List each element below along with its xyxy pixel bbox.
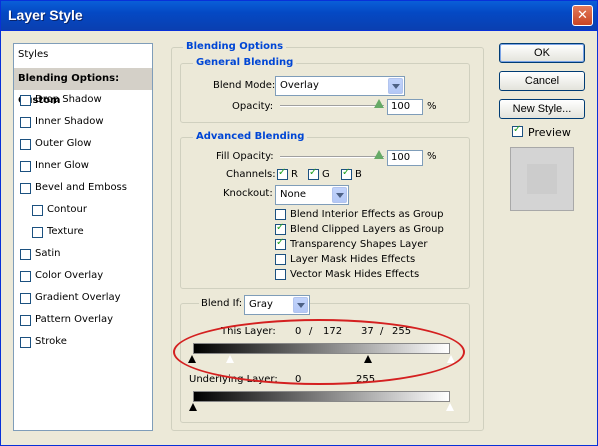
styles-list: Styles Blending Options: Custom Drop Sha… [13, 43, 153, 431]
channel-label[interactable]: G [322, 169, 330, 180]
new-style-button[interactable]: New Style... [499, 99, 585, 119]
opacity-unit: % [427, 101, 437, 112]
ok-button[interactable]: OK [499, 43, 585, 63]
fill-opacity-label: Fill Opacity: [216, 151, 274, 162]
general-blending-title: General Blending [193, 57, 297, 68]
channel-checkbox[interactable] [308, 167, 319, 180]
style-item-label[interactable]: Inner Shadow [35, 116, 104, 127]
advanced-option-label[interactable]: Blend Clipped Layers as Group [290, 224, 444, 235]
fill-opacity-field[interactable]: 100 [387, 150, 423, 166]
blend-mode-label: Blend Mode: [213, 80, 276, 91]
style-item-label[interactable]: Stroke [35, 336, 67, 347]
underlying-gradient-bar [193, 391, 450, 402]
chevron-down-icon[interactable] [293, 297, 308, 313]
advanced-option-checkbox[interactable] [275, 254, 286, 265]
style-checkbox[interactable] [20, 139, 31, 150]
advanced-option-checkbox[interactable] [275, 237, 286, 250]
blending-options-title: Blending Options [183, 41, 287, 52]
layer-style-dialog: Layer Style ✕ Styles Blending Options: C… [0, 0, 598, 446]
style-item-label[interactable]: Contour [47, 204, 87, 215]
advanced-option-label[interactable]: Blend Interior Effects as Group [290, 209, 443, 220]
chevron-down-icon[interactable] [388, 78, 403, 94]
blend-if-select[interactable]: Gray [244, 295, 310, 315]
style-item-label[interactable]: Gradient Overlay [35, 292, 121, 303]
style-checkbox[interactable] [20, 271, 31, 282]
style-checkbox[interactable] [20, 117, 31, 128]
title-bar[interactable]: Layer Style ✕ [1, 1, 597, 31]
highlight-ellipse [173, 319, 465, 385]
blend-if-value: Gray [249, 299, 273, 310]
knockout-select[interactable]: None [275, 185, 349, 205]
style-item-label[interactable]: Color Overlay [35, 270, 103, 281]
opacity-slider-track[interactable] [280, 105, 384, 107]
style-checkbox[interactable] [20, 249, 31, 260]
fill-opacity-unit: % [427, 151, 437, 162]
window-title: Layer Style [8, 7, 83, 23]
opacity-label: Opacity: [232, 101, 274, 112]
channels-label: Channels: [226, 169, 276, 180]
blend-mode-value: Overlay [280, 80, 319, 91]
advanced-option-label[interactable]: Transparency Shapes Layer [290, 239, 427, 250]
style-preview-swatch [510, 147, 574, 211]
fill-opacity-slider-thumb[interactable] [374, 150, 384, 159]
style-item-label[interactable]: Satin [35, 248, 61, 259]
advanced-option-checkbox[interactable] [275, 269, 286, 280]
style-item-label[interactable]: Bevel and Emboss [35, 182, 127, 193]
blend-if-label: Blend If: [199, 298, 245, 309]
style-checkbox[interactable] [20, 337, 31, 348]
style-item-label[interactable]: Inner Glow [35, 160, 89, 171]
advanced-option-checkbox[interactable] [275, 222, 286, 235]
blend-mode-select[interactable]: Overlay [275, 76, 405, 96]
style-checkbox[interactable] [20, 183, 31, 194]
underlying-white-marker[interactable] [445, 402, 455, 412]
style-checkbox[interactable] [32, 227, 43, 238]
advanced-option-label[interactable]: Vector Mask Hides Effects [290, 269, 419, 280]
style-checkbox[interactable] [32, 205, 43, 216]
blending-options-item[interactable]: Blending Options: Custom [14, 68, 152, 106]
knockout-value: None [280, 189, 307, 200]
style-item-label[interactable]: Outer Glow [35, 138, 91, 149]
style-checkbox[interactable] [20, 161, 31, 172]
styles-header[interactable]: Styles [14, 44, 152, 66]
advanced-option-checkbox[interactable] [275, 209, 286, 220]
opacity-slider-thumb[interactable] [374, 99, 384, 108]
style-checkbox[interactable] [20, 293, 31, 304]
opacity-field[interactable]: 100 [387, 99, 423, 115]
channel-label[interactable]: R [291, 169, 298, 180]
style-item-label[interactable]: Drop Shadow [35, 94, 102, 105]
preview-label[interactable]: Preview [528, 126, 571, 139]
channel-checkbox[interactable] [341, 167, 352, 180]
underlying-black-marker[interactable] [189, 403, 197, 411]
style-item-label[interactable]: Pattern Overlay [35, 314, 113, 325]
knockout-label: Knockout: [223, 188, 273, 199]
close-icon[interactable]: ✕ [572, 5, 593, 26]
advanced-option-label[interactable]: Layer Mask Hides Effects [290, 254, 415, 265]
style-item-label[interactable]: Texture [47, 226, 84, 237]
channel-label[interactable]: B [355, 169, 362, 180]
advanced-blending-title: Advanced Blending [193, 131, 308, 142]
cancel-button[interactable]: Cancel [499, 71, 585, 91]
channel-checkbox[interactable] [277, 167, 288, 180]
preview-checkbox[interactable] [512, 124, 523, 137]
chevron-down-icon[interactable] [332, 187, 347, 203]
style-checkbox[interactable] [20, 95, 31, 106]
style-checkbox[interactable] [20, 315, 31, 326]
fill-opacity-slider-track[interactable] [280, 156, 384, 158]
